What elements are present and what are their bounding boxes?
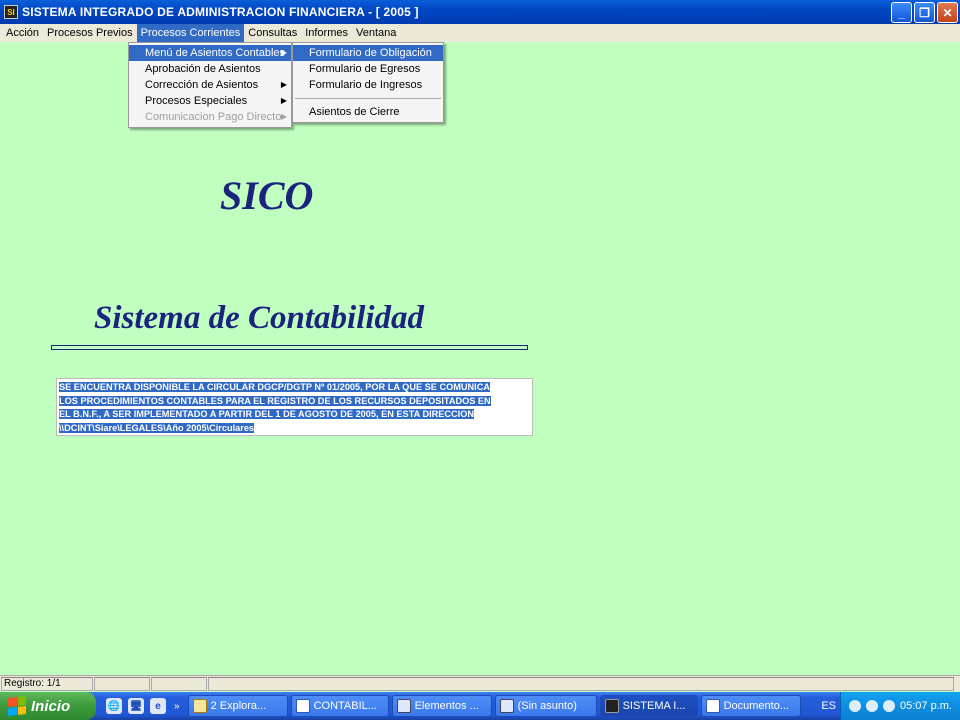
menu-item-label: Menú de Asientos Contables bbox=[145, 47, 286, 59]
menu-procesos-previos[interactable]: Procesos Previos bbox=[43, 24, 137, 42]
taskbar-sin-asunto[interactable]: (Sin asunto) bbox=[494, 695, 597, 717]
window-title: SISTEMA INTEGRADO DE ADMINISTRACION FINA… bbox=[22, 5, 419, 19]
asientos-submenu: Formulario de Obligación Formulario de E… bbox=[292, 42, 444, 123]
folder-icon bbox=[192, 699, 207, 713]
submenu-arrow-icon: ▶ bbox=[280, 48, 287, 57]
submenu-arrow-icon: ▶ bbox=[280, 80, 287, 89]
mail-icon bbox=[499, 699, 514, 713]
menu-item-label: Procesos Especiales bbox=[145, 95, 248, 107]
taskbar-label: SISTEMA I... bbox=[622, 700, 686, 712]
system-tray: 05:07 p.m. bbox=[840, 692, 960, 720]
menu-item-formulario-egresos[interactable]: Formulario de Egresos bbox=[293, 61, 443, 77]
record-indicator: Registro: 1/1 bbox=[1, 676, 93, 691]
menu-item-label: Aprobación de Asientos bbox=[145, 63, 261, 75]
quick-launch: 🌐 🖥 e » bbox=[106, 698, 180, 714]
notice-textbox[interactable]: SE ENCUENTRA DISPONIBLE LA CIRCULAR DGCP… bbox=[56, 378, 533, 436]
chevron-icon[interactable]: » bbox=[174, 701, 180, 712]
taskbar: Inicio 🌐 🖥 e » 2 Explora... CONTABIL... … bbox=[0, 692, 960, 720]
windows-logo-icon bbox=[8, 696, 26, 716]
close-button[interactable]: ✕ bbox=[937, 2, 958, 23]
taskbar-label: CONTABIL... bbox=[313, 700, 377, 712]
menu-separator bbox=[295, 98, 441, 99]
page-subtitle: Sistema de Contabilidad bbox=[94, 300, 425, 336]
menu-item-asientos-cierre[interactable]: Asientos de Cierre bbox=[293, 104, 443, 120]
menu-item-label: Corrección de Asientos bbox=[145, 79, 259, 91]
menu-ventana[interactable]: Ventana bbox=[352, 24, 400, 42]
menu-item-formulario-obligacion[interactable]: Formulario de Obligación bbox=[293, 45, 443, 61]
start-button[interactable]: Inicio bbox=[0, 692, 96, 720]
taskbar-contabil[interactable]: CONTABIL... bbox=[290, 695, 389, 717]
tray-security-icon[interactable] bbox=[883, 700, 896, 712]
tray-network-icon[interactable] bbox=[866, 700, 879, 712]
menu-procesos-corrientes[interactable]: Procesos Corrientes bbox=[136, 24, 245, 42]
menu-item-label: Comunicacion Pago Directo bbox=[145, 111, 282, 123]
status-cell bbox=[151, 676, 207, 691]
internet-explorer-icon[interactable]: e bbox=[150, 698, 166, 714]
divider bbox=[51, 345, 528, 350]
status-cell bbox=[94, 676, 150, 691]
menu-consultas[interactable]: Consultas bbox=[244, 24, 301, 42]
menu-accion[interactable]: Acción bbox=[2, 24, 43, 42]
status-cell bbox=[208, 676, 954, 691]
taskbar-explorer[interactable]: 2 Explora... bbox=[187, 695, 288, 717]
notice-line: LOS PROCEDIMIENTOS CONTABLES PARA EL REG… bbox=[59, 395, 491, 406]
taskbar-label: Documento... bbox=[723, 700, 789, 712]
notice-line: \\DCINT\Siare\LEGALES\Año 2005\Circulare… bbox=[59, 422, 255, 433]
taskbar-label: Elementos ... bbox=[414, 700, 479, 712]
document-icon bbox=[705, 699, 720, 713]
menu-item-comunicacion-pago: Comunicacion Pago Directo ▶ bbox=[129, 109, 291, 125]
procesos-corrientes-dropdown: Menú de Asientos Contables ▶ Aprobación … bbox=[128, 42, 292, 128]
document-icon bbox=[295, 699, 310, 713]
maximize-button[interactable]: ❐ bbox=[914, 2, 935, 23]
app-icon bbox=[604, 699, 619, 713]
taskbar-sistema[interactable]: SISTEMA I... bbox=[599, 695, 698, 717]
clock[interactable]: 05:07 p.m. bbox=[900, 700, 952, 712]
start-label: Inicio bbox=[31, 697, 71, 715]
submenu-arrow-icon: ▶ bbox=[280, 96, 287, 105]
menu-bar: Acción Procesos Previos Procesos Corrien… bbox=[0, 24, 960, 42]
taskbar-documento[interactable]: Documento... bbox=[700, 695, 801, 717]
desktop-icon[interactable]: 🖥 bbox=[128, 698, 144, 714]
menu-item-correccion[interactable]: Corrección de Asientos ▶ bbox=[129, 77, 291, 93]
taskbar-label: 2 Explora... bbox=[210, 700, 267, 712]
app-icon[interactable]: SI bbox=[4, 5, 18, 19]
menu-informes[interactable]: Informes bbox=[301, 24, 352, 42]
window-titlebar[interactable]: SI SISTEMA INTEGRADO DE ADMINISTRACION F… bbox=[0, 0, 960, 24]
window-icon bbox=[396, 699, 411, 713]
menu-item-procesos-especiales[interactable]: Procesos Especiales ▶ bbox=[129, 93, 291, 109]
notice-line: EL B.N.F., A SER IMPLEMENTADO A PARTIR D… bbox=[59, 409, 475, 419]
network-icon[interactable]: 🌐 bbox=[106, 698, 122, 714]
language-indicator[interactable]: ES bbox=[821, 692, 836, 720]
minimize-button[interactable]: _ bbox=[891, 2, 912, 23]
status-bar: Registro: 1/1 bbox=[0, 675, 960, 691]
logo-text: SICO bbox=[220, 173, 314, 218]
submenu-arrow-icon: ▶ bbox=[280, 112, 287, 121]
menu-item-aprobacion[interactable]: Aprobación de Asientos bbox=[129, 61, 291, 77]
notice-line: SE ENCUENTRA DISPONIBLE LA CIRCULAR DGCP… bbox=[59, 382, 490, 392]
taskbar-elementos[interactable]: Elementos ... bbox=[391, 695, 492, 717]
tray-arrow-icon[interactable] bbox=[849, 700, 862, 712]
menu-item-formulario-ingresos[interactable]: Formulario de Ingresos bbox=[293, 77, 443, 93]
taskbar-label: (Sin asunto) bbox=[517, 700, 577, 712]
menu-item-asientos-contables[interactable]: Menú de Asientos Contables ▶ bbox=[129, 45, 291, 61]
